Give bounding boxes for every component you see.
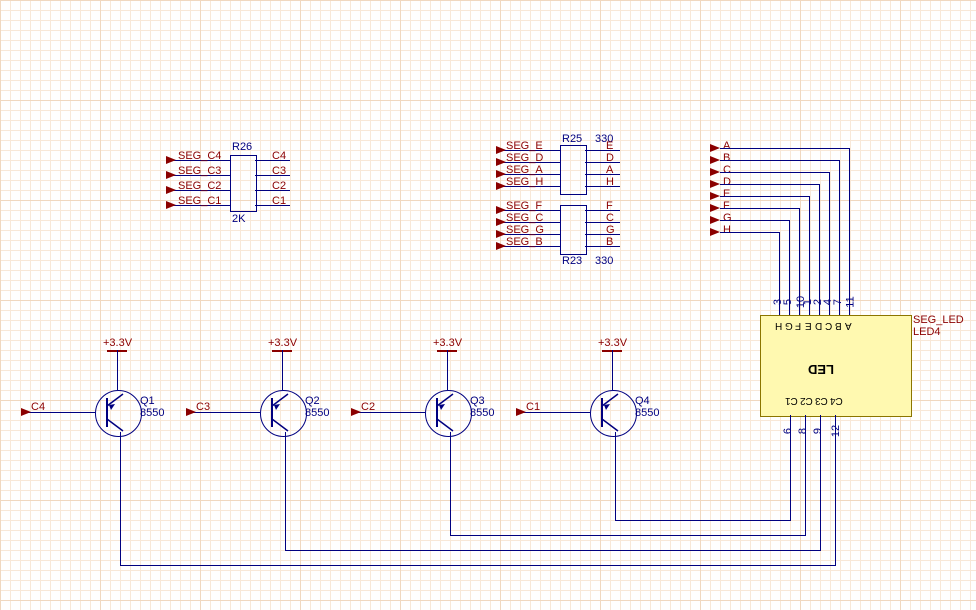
q2-supply: +3.3V [268,337,297,349]
bp2: 9 [812,428,824,434]
bp1: 8 [797,428,809,434]
led-text: LED [808,362,834,377]
rn-right-6: G [606,224,615,236]
led-ref: SEG_LED [913,314,964,326]
q4-supply: +3.3V [598,337,627,349]
seg-F: F [723,200,730,212]
q2-base: C3 [196,401,210,413]
r26-right-3: C1 [272,195,286,207]
q3-base: C2 [361,401,375,413]
r26-left-2: SEG_C2 [178,180,221,192]
seg-B: B [723,152,730,164]
r23-value2: 330 [595,255,613,267]
r26-body [230,155,257,212]
r26-ref: R26 [232,141,252,153]
r25-ref: R25 [562,133,582,145]
tl4: D [815,320,822,331]
tl6: B [835,320,842,331]
seg-E: E [723,188,730,200]
q3-ref: Q3 [470,395,485,407]
q3-supply: +3.3V [433,337,462,349]
rn-right-3: H [606,176,614,188]
tp1: 5 [782,299,794,305]
r23-ref: R23 [562,255,582,267]
q1-base: C4 [31,401,45,413]
tl5: C [825,320,832,331]
rn-right-1: D [606,152,614,164]
rn-left-3: SEG_H [506,176,543,188]
led-des: LED4 [913,326,941,338]
seg-A: A [723,140,730,152]
seg-C: C [723,164,731,176]
rn-right-4: F [606,200,613,212]
bl2: C3 [815,395,828,406]
q4-base: C1 [526,401,540,413]
r23-body [560,205,587,255]
q2-ref: Q2 [305,395,320,407]
q3-val: 8550 [470,407,494,419]
rn-left-0: SEG_E [506,140,543,152]
q4-val: 8550 [635,407,659,419]
bp3: 12 [830,425,842,437]
q2-val: 8550 [305,407,329,419]
r26-left-0: SEG_C4 [178,150,221,162]
rn-right-7: B [606,236,613,248]
rn-left-6: SEG_G [506,224,544,236]
q1-ref: Q1 [140,395,155,407]
q1-val: 8550 [140,407,164,419]
seg-H: H [723,224,731,236]
r26-value: 2K [232,213,245,225]
tp6: 7 [832,299,844,305]
rn-left-5: SEG_C [506,212,543,224]
r26-left-1: SEG_C3 [178,165,221,177]
bp0: 6 [782,428,794,434]
tl2: F [795,320,801,331]
q4-ref: Q4 [635,395,650,407]
q1-supply: +3.3V [103,337,132,349]
r26-left-3: SEG_C1 [178,195,221,207]
rn-right-2: A [606,164,613,176]
tl3: E [805,320,812,331]
tl7: A [845,320,852,331]
rn-left-2: SEG_A [506,164,543,176]
rn-left-7: SEG_B [506,236,543,248]
rn-right-0: E [606,140,613,152]
rn-left-1: SEG_D [506,152,543,164]
seg-D: D [723,176,731,188]
rn-right-5: C [606,212,614,224]
tl0: H [775,320,782,331]
r26-right-0: C4 [272,150,286,162]
bl0: C1 [785,395,798,406]
rn-left-4: SEG_F [506,200,542,212]
r26-right-2: C2 [272,180,286,192]
tp7: 11 [845,296,857,307]
r26-right-1: C3 [272,165,286,177]
bl3: C4 [830,395,843,406]
r25-body [560,145,587,195]
seg-G: G [723,212,732,224]
bl1: C2 [800,395,813,406]
tl1: G [785,320,793,331]
